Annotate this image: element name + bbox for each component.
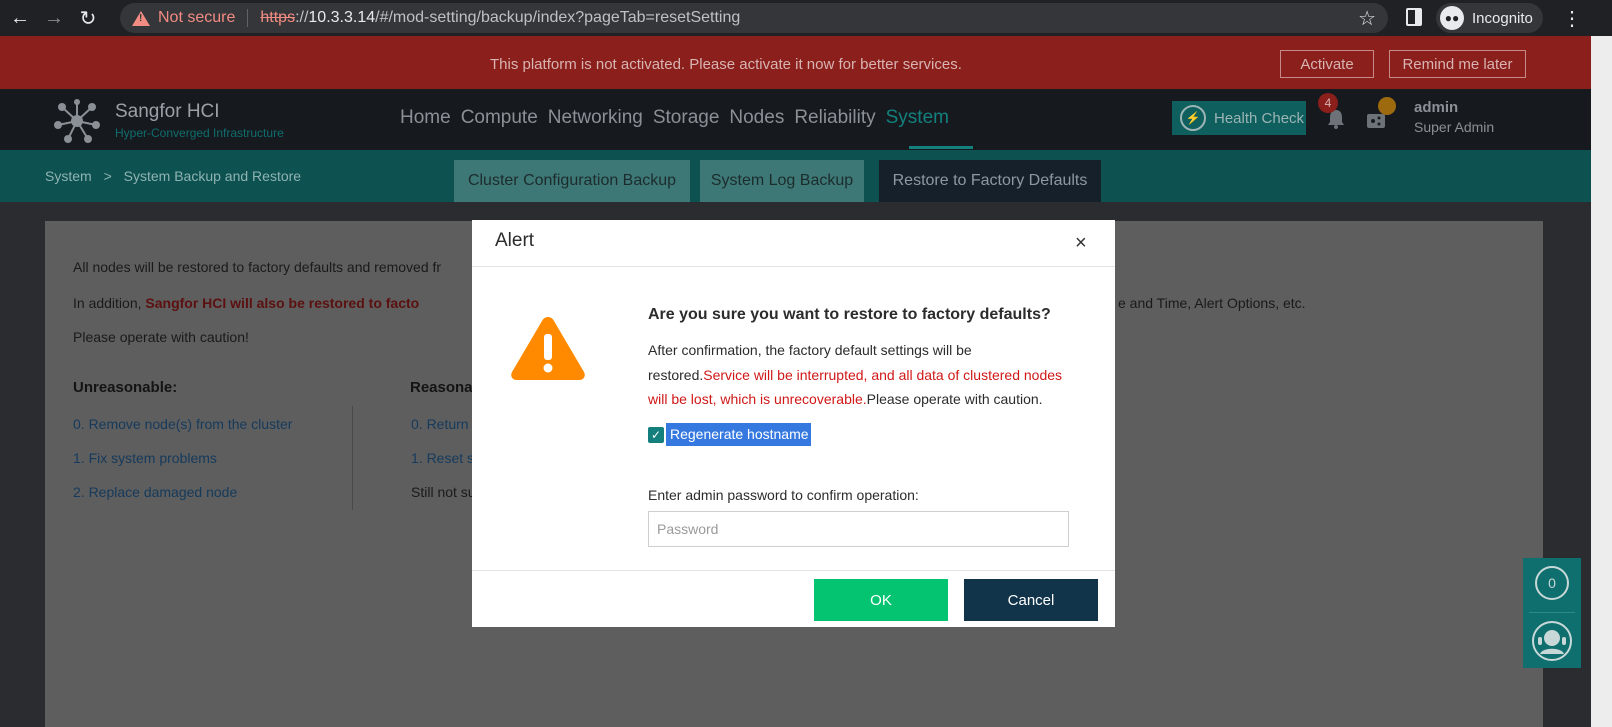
alert-triangle-icon (511, 317, 585, 380)
nav-networking[interactable]: Networking (548, 107, 643, 129)
checkbox-label[interactable]: Regenerate hostname (666, 423, 811, 446)
address-bar[interactable]: Not secure https://10.3.3.14/#/mod-setti… (120, 3, 1388, 33)
still-not-sure-text: Still not su (411, 484, 476, 500)
nav-storage[interactable]: Storage (653, 107, 720, 129)
ok-button[interactable]: OK (814, 579, 948, 621)
checkbox-check-icon[interactable]: ✓ (648, 426, 664, 443)
nav-reliability[interactable]: Reliability (794, 107, 875, 129)
user-name[interactable]: admin (1414, 99, 1458, 116)
unreasonable-heading: Unreasonable: (73, 379, 178, 396)
health-check-label: Health Check (1214, 109, 1305, 127)
activation-banner: This platform is not activated. Please a… (0, 36, 1591, 89)
support-agent-icon[interactable] (1531, 620, 1573, 662)
content-line-2: In addition, Sangfor HCI will also be re… (73, 295, 419, 311)
browser-toolbar: ← → ↻ Not secure https://10.3.3.14/#/mod… (0, 0, 1612, 36)
floating-support-widget: 0 (1523, 558, 1581, 668)
brand-name: Sangfor HCI (115, 101, 220, 122)
nav-system[interactable]: System (886, 107, 949, 129)
breadcrumb-root[interactable]: System (45, 168, 92, 184)
top-nav: Home Compute Networking Storage Nodes Re… (400, 107, 959, 129)
share-notification-dot (1378, 97, 1396, 115)
unreasonable-item[interactable]: 2. Replace damaged node (73, 484, 237, 500)
restore-alert-dialog: Alert × Are you sure you want to restore… (472, 220, 1115, 627)
password-label: Enter admin password to confirm operatio… (648, 487, 919, 503)
forward-arrow-icon[interactable]: → (40, 4, 68, 32)
tab-restore-factory-defaults[interactable]: Restore to Factory Defaults (879, 160, 1101, 202)
cancel-button[interactable]: Cancel (964, 579, 1098, 621)
brand-subtitle: Hyper-Converged Infrastructure (115, 126, 284, 140)
close-icon[interactable]: × (1075, 232, 1087, 255)
dialog-question: Are you sure you want to restore to fact… (648, 306, 1051, 323)
widget-divider (1529, 612, 1575, 613)
dialog-header: Alert × (472, 220, 1115, 267)
warning-icon (132, 10, 150, 26)
url-path: /#/mod-setting/backup/index?pageTab=rese… (375, 9, 741, 26)
column-divider (352, 406, 353, 510)
incognito-label: Incognito (1472, 9, 1533, 27)
tab-system-log-backup[interactable]: System Log Backup (700, 160, 864, 202)
dialog-footer: OK Cancel (472, 570, 1115, 627)
task-count-badge[interactable]: 0 (1535, 566, 1569, 600)
remind-later-button[interactable]: Remind me later (1389, 50, 1526, 78)
content-line-1: All nodes will be restored to factory de… (73, 259, 442, 275)
omnibox-divider (247, 9, 249, 27)
not-secure-label[interactable]: Not secure (158, 9, 235, 27)
content-line-2-tail: e and Time, Alert Options, etc. (1118, 295, 1306, 311)
content-line-2-warning: Sangfor HCI will also be restored to fac… (145, 295, 420, 311)
incognito-badge[interactable]: ●● Incognito (1436, 3, 1543, 33)
content-line-2-prefix: In addition, (73, 295, 146, 311)
back-arrow-icon[interactable]: ← (6, 4, 34, 32)
activate-button[interactable]: Activate (1280, 50, 1374, 78)
active-nav-indicator (909, 146, 973, 149)
sub-nav-bar: System > System Backup and Restore Clust… (0, 150, 1591, 202)
breadcrumb-current: System Backup and Restore (123, 168, 302, 184)
nav-nodes[interactable]: Nodes (729, 107, 784, 129)
breadcrumb-separator: > (103, 168, 112, 184)
breadcrumb: System > System Backup and Restore (45, 168, 309, 184)
url-text[interactable]: https://10.3.3.14/#/mod-setting/backup/i… (260, 9, 740, 27)
password-input[interactable] (648, 511, 1069, 547)
url-scheme: https (260, 9, 296, 26)
activation-message: This platform is not activated. Please a… (490, 56, 962, 73)
nav-home[interactable]: Home (400, 107, 451, 129)
nav-compute[interactable]: Compute (461, 107, 538, 129)
kebab-menu-icon[interactable]: ⋮ (1562, 6, 1582, 31)
notification-badge: 4 (1318, 93, 1338, 113)
sangfor-logo-icon[interactable] (50, 97, 104, 145)
health-check-icon: ⚡ (1180, 105, 1206, 131)
reasonable-heading: Reasona (410, 379, 473, 396)
incognito-icon: ●● (1440, 6, 1464, 30)
user-role: Super Admin (1414, 119, 1495, 135)
dialog-title: Alert (495, 230, 535, 251)
main-nav-bar: Sangfor HCI Hyper-Converged Infrastructu… (0, 89, 1591, 150)
url-host: 10.3.3.14 (308, 9, 376, 26)
unreasonable-item[interactable]: 0. Remove node(s) from the cluster (73, 416, 292, 432)
star-icon[interactable]: ☆ (1358, 6, 1376, 31)
url-separator: :// (295, 9, 309, 26)
dialog-body-caution: Please operate with caution. (866, 391, 1043, 407)
side-panel-icon[interactable] (1406, 8, 1422, 26)
health-check-button[interactable]: ⚡ Health Check (1172, 101, 1306, 135)
content-line-3: Please operate with caution! (73, 329, 249, 345)
dialog-body: After confirmation, the factory default … (648, 338, 1068, 412)
reasonable-item[interactable]: 1. Reset s (411, 450, 474, 466)
regenerate-hostname-option[interactable]: ✓ Regenerate hostname (648, 423, 811, 446)
reasonable-item[interactable]: 0. Return (411, 416, 469, 432)
unreasonable-item[interactable]: 1. Fix system problems (73, 450, 217, 466)
reload-icon[interactable]: ↻ (74, 4, 102, 32)
tab-cluster-config-backup[interactable]: Cluster Configuration Backup (454, 160, 690, 202)
page-scrollbar[interactable] (1591, 36, 1612, 727)
